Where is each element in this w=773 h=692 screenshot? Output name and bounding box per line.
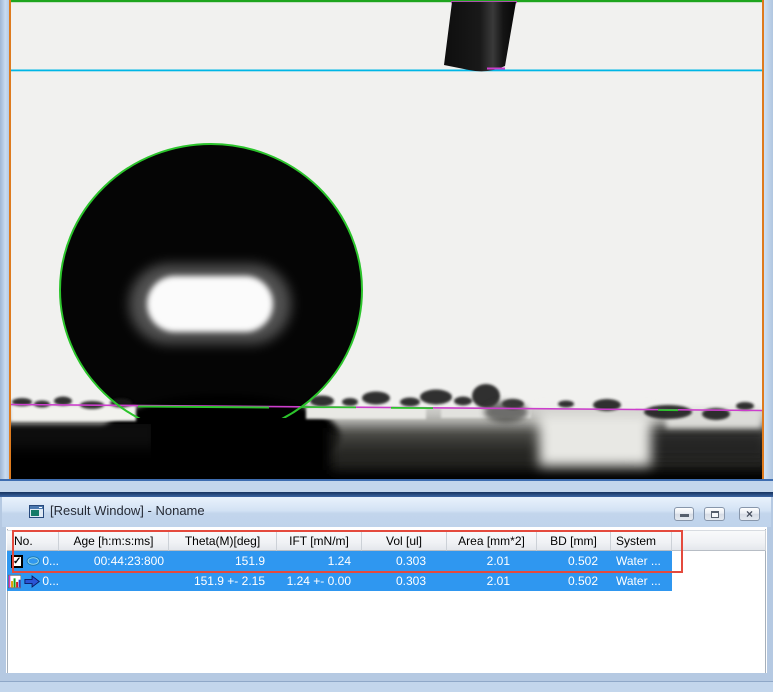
row-selector-cell: ✓ 0... bbox=[7, 551, 59, 571]
check-icon: ✓ bbox=[13, 557, 21, 566]
video-border-right bbox=[762, 0, 764, 479]
cell-age: 00:44:23:800 bbox=[59, 551, 169, 571]
restore-button[interactable] bbox=[704, 507, 725, 521]
close-button[interactable]: × bbox=[739, 507, 760, 521]
result-window-bottom-border bbox=[0, 681, 773, 692]
row-selector-cell: 0... bbox=[7, 571, 59, 591]
cell-system: Water ... bbox=[611, 551, 672, 571]
video-window bbox=[0, 0, 773, 492]
needle-tip-marker bbox=[487, 68, 505, 70]
row-number: 0... bbox=[42, 554, 59, 568]
statistics-icon bbox=[8, 574, 21, 589]
video-frame-left bbox=[0, 0, 9, 479]
camera-image[interactable] bbox=[11, 0, 762, 479]
result-row-measurement[interactable]: ✓ 0... 00:44:23:800 151.9 1.24 0.303 2.0… bbox=[7, 551, 672, 571]
cell-theta: 151.9 bbox=[169, 551, 277, 571]
result-table-header: No. Age [h:m:s:ms] Theta(M)[deg] IFT [mN… bbox=[7, 530, 766, 551]
column-header-area[interactable]: Area [mm*2] bbox=[447, 530, 537, 551]
column-header-bd[interactable]: BD [mm] bbox=[537, 530, 611, 551]
column-header-vol[interactable]: Vol [ul] bbox=[362, 530, 447, 551]
video-frame-right bbox=[764, 0, 773, 479]
top-reference-line bbox=[11, 0, 762, 3]
result-window-titlebar[interactable]: [Result Window] - Noname × bbox=[2, 497, 771, 527]
cell-theta: 151.9 +- 2.15 bbox=[169, 571, 277, 591]
cell-bd: 0.502 bbox=[537, 551, 611, 571]
minimize-button[interactable] bbox=[674, 507, 694, 521]
column-header-no[interactable]: No. bbox=[7, 530, 59, 551]
cell-area: 2.01 bbox=[447, 571, 537, 591]
cell-area: 2.01 bbox=[447, 551, 537, 571]
close-icon: × bbox=[746, 509, 753, 519]
cell-bd: 0.502 bbox=[537, 571, 611, 591]
cell-ift: 1.24 bbox=[277, 551, 362, 571]
app-screen: [Result Window] - Noname × No. Age [h:m:… bbox=[0, 0, 773, 692]
result-row-statistics[interactable]: 0... 151.9 +- 2.15 1.24 +- 0.00 0.303 2.… bbox=[7, 571, 672, 591]
cell-age bbox=[59, 571, 169, 591]
result-window: [Result Window] - Noname × No. Age [h:m:… bbox=[0, 492, 773, 692]
result-window-icon bbox=[29, 505, 44, 518]
column-header-system[interactable]: System bbox=[611, 530, 672, 551]
result-window-title: [Result Window] - Noname bbox=[50, 503, 205, 518]
droplet bbox=[60, 144, 362, 436]
cell-ift: 1.24 +- 0.00 bbox=[277, 571, 362, 591]
minimize-icon bbox=[680, 514, 689, 517]
cell-vol: 0.303 bbox=[362, 551, 447, 571]
row-number: 0... bbox=[42, 574, 59, 588]
needle bbox=[444, 2, 516, 71]
column-header-theta[interactable]: Theta(M)[deg] bbox=[169, 530, 277, 551]
row-checkbox[interactable]: ✓ bbox=[11, 555, 23, 568]
column-header-filler bbox=[672, 530, 766, 551]
needle-level-line bbox=[11, 70, 762, 72]
restore-icon bbox=[711, 511, 719, 518]
column-header-ift[interactable]: IFT [mN/m] bbox=[277, 530, 362, 551]
column-header-age[interactable]: Age [h:m:s:ms] bbox=[59, 530, 169, 551]
ellipse-fit-icon bbox=[26, 554, 41, 568]
cell-vol: 0.303 bbox=[362, 571, 447, 591]
droplet-reflection bbox=[147, 276, 273, 332]
arrow-right-icon bbox=[24, 574, 40, 589]
cell-system: Water ... bbox=[611, 571, 672, 591]
